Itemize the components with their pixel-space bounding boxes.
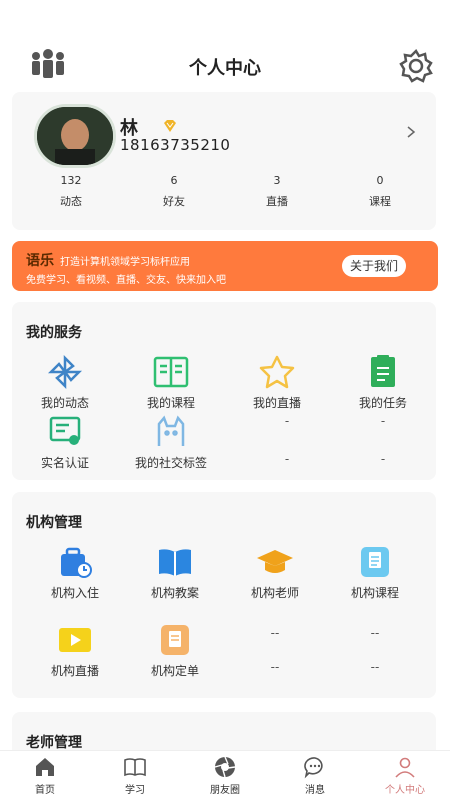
tab-label: 消息 bbox=[305, 785, 325, 796]
service-my-dynamics[interactable]: 我的动态 bbox=[12, 354, 118, 411]
user-phone: 18163735210 bbox=[120, 136, 231, 154]
tab-label: 个人中心 bbox=[385, 785, 425, 796]
stat-courses[interactable]: 0 课程 bbox=[345, 174, 415, 209]
stat-label: 好友 bbox=[163, 195, 185, 208]
gear-icon[interactable] bbox=[398, 48, 434, 84]
tab-study[interactable]: 学习 bbox=[90, 755, 180, 796]
placeholder: -- bbox=[270, 626, 280, 640]
stat-value: 3 bbox=[273, 174, 281, 187]
page-title: 个人中心 bbox=[189, 58, 261, 79]
stat-value: 6 bbox=[170, 174, 178, 187]
org-label: 机构课程 bbox=[350, 586, 399, 600]
stat-value: 132 bbox=[60, 174, 82, 187]
tab-label: 学习 bbox=[125, 785, 145, 796]
service-social-tags[interactable]: 我的社交标签 bbox=[118, 414, 224, 471]
placeholder: -- bbox=[270, 660, 280, 674]
briefcase-clock-icon bbox=[55, 544, 95, 580]
profile-card[interactable]: 林 18163735210 132 动态 6 好友 3 直播 0 课程 bbox=[12, 92, 436, 230]
chevron-right-icon[interactable] bbox=[404, 124, 418, 138]
org-label: 机构定单 bbox=[150, 664, 199, 678]
service-label: 我的动态 bbox=[40, 396, 89, 410]
org-lesson-plans[interactable]: 机构教案 bbox=[122, 544, 228, 601]
service-my-courses[interactable]: 我的课程 bbox=[118, 354, 224, 411]
video-play-icon bbox=[55, 622, 95, 658]
avatar[interactable] bbox=[34, 104, 116, 168]
stat-friends[interactable]: 6 好友 bbox=[139, 174, 209, 209]
placeholder: -- bbox=[370, 626, 380, 640]
placeholder: - bbox=[380, 452, 386, 466]
stat-dynamics[interactable]: 132 动态 bbox=[36, 174, 106, 209]
placeholder: -- bbox=[370, 660, 380, 674]
tab-moments[interactable]: 朋友圈 bbox=[180, 755, 270, 796]
service-label: 实名认证 bbox=[40, 456, 89, 470]
promo-banner[interactable]: 语乐 打造计算机领域学习标杆应用 免费学习、看视频、直播、交友、快来加入吧 关于… bbox=[12, 241, 438, 291]
certificate-icon bbox=[45, 414, 85, 450]
person-icon bbox=[393, 755, 417, 779]
org-label: 机构入住 bbox=[50, 586, 99, 600]
tab-profile[interactable]: 个人中心 bbox=[360, 755, 450, 796]
clipboard-icon bbox=[355, 544, 395, 580]
aperture-icon bbox=[213, 755, 237, 779]
org-checkin[interactable]: 机构入住 bbox=[22, 544, 128, 601]
stat-label: 动态 bbox=[60, 195, 82, 208]
service-real-name[interactable]: 实名认证 bbox=[12, 414, 118, 471]
service-label: 我的课程 bbox=[146, 396, 195, 410]
org-label: 机构直播 bbox=[50, 664, 99, 678]
stat-label: 直播 bbox=[266, 195, 288, 208]
section-title: 老师管理 bbox=[26, 735, 82, 751]
tab-messages[interactable]: 消息 bbox=[270, 755, 360, 796]
banner-brand: 语乐 bbox=[26, 253, 54, 269]
banner-subtitle: 免费学习、看视频、直播、交友、快来加入吧 bbox=[26, 275, 226, 286]
home-icon bbox=[33, 755, 57, 779]
banner-tagline: 打造计算机领域学习标杆应用 bbox=[60, 257, 190, 268]
open-book-icon bbox=[155, 544, 195, 580]
stat-label: 课程 bbox=[369, 195, 391, 208]
org-courses[interactable]: 机构课程 bbox=[322, 544, 428, 601]
tab-label: 朋友圈 bbox=[210, 785, 240, 796]
graduation-cap-icon bbox=[255, 544, 295, 580]
about-us-button[interactable]: 关于我们 bbox=[341, 255, 406, 277]
service-my-live[interactable]: 我的直播 bbox=[224, 354, 330, 411]
stat-live[interactable]: 3 直播 bbox=[242, 174, 312, 209]
section-title: 我的服务 bbox=[26, 325, 82, 341]
org-label: 机构老师 bbox=[250, 586, 299, 600]
section-title: 机构管理 bbox=[26, 515, 82, 531]
clipboard-icon bbox=[363, 354, 403, 390]
tab-label: 首页 bbox=[35, 785, 55, 796]
org-label: 机构教案 bbox=[150, 586, 199, 600]
placeholder: - bbox=[284, 414, 290, 428]
profile-stats: 132 动态 6 好友 3 直播 0 课程 bbox=[12, 174, 436, 224]
service-my-tasks[interactable]: 我的任务 bbox=[330, 354, 436, 411]
book-icon bbox=[151, 354, 191, 390]
vip-diamond-icon bbox=[162, 118, 178, 134]
placeholder: - bbox=[284, 452, 290, 466]
org-teachers[interactable]: 机构老师 bbox=[222, 544, 328, 601]
bottom-tab-bar: 首页 学习 朋友圈 消息 个人中心 bbox=[0, 750, 450, 801]
chat-icon bbox=[303, 755, 327, 779]
service-label: 我的任务 bbox=[358, 396, 407, 410]
star-icon bbox=[257, 354, 297, 390]
tab-home[interactable]: 首页 bbox=[0, 755, 90, 796]
org-orders[interactable]: 机构定单 bbox=[122, 622, 228, 679]
org-live[interactable]: 机构直播 bbox=[22, 622, 128, 679]
cat-icon bbox=[151, 414, 191, 450]
service-label: 我的社交标签 bbox=[134, 456, 207, 470]
order-icon bbox=[155, 622, 195, 658]
book-icon bbox=[123, 755, 147, 779]
placeholder: - bbox=[380, 414, 386, 428]
service-label: 我的直播 bbox=[252, 396, 301, 410]
app-header: 个人中心 bbox=[0, 40, 450, 92]
org-card: 机构管理 机构入住 机构教案 机构老师 机构课程 机构直播 机构定单 -- --… bbox=[12, 492, 436, 698]
pinwheel-icon bbox=[45, 354, 85, 390]
services-card: 我的服务 我的动态 我的课程 我的直播 我的任务 实名认证 我的社交标签 - -… bbox=[12, 302, 436, 480]
stat-value: 0 bbox=[376, 174, 384, 187]
